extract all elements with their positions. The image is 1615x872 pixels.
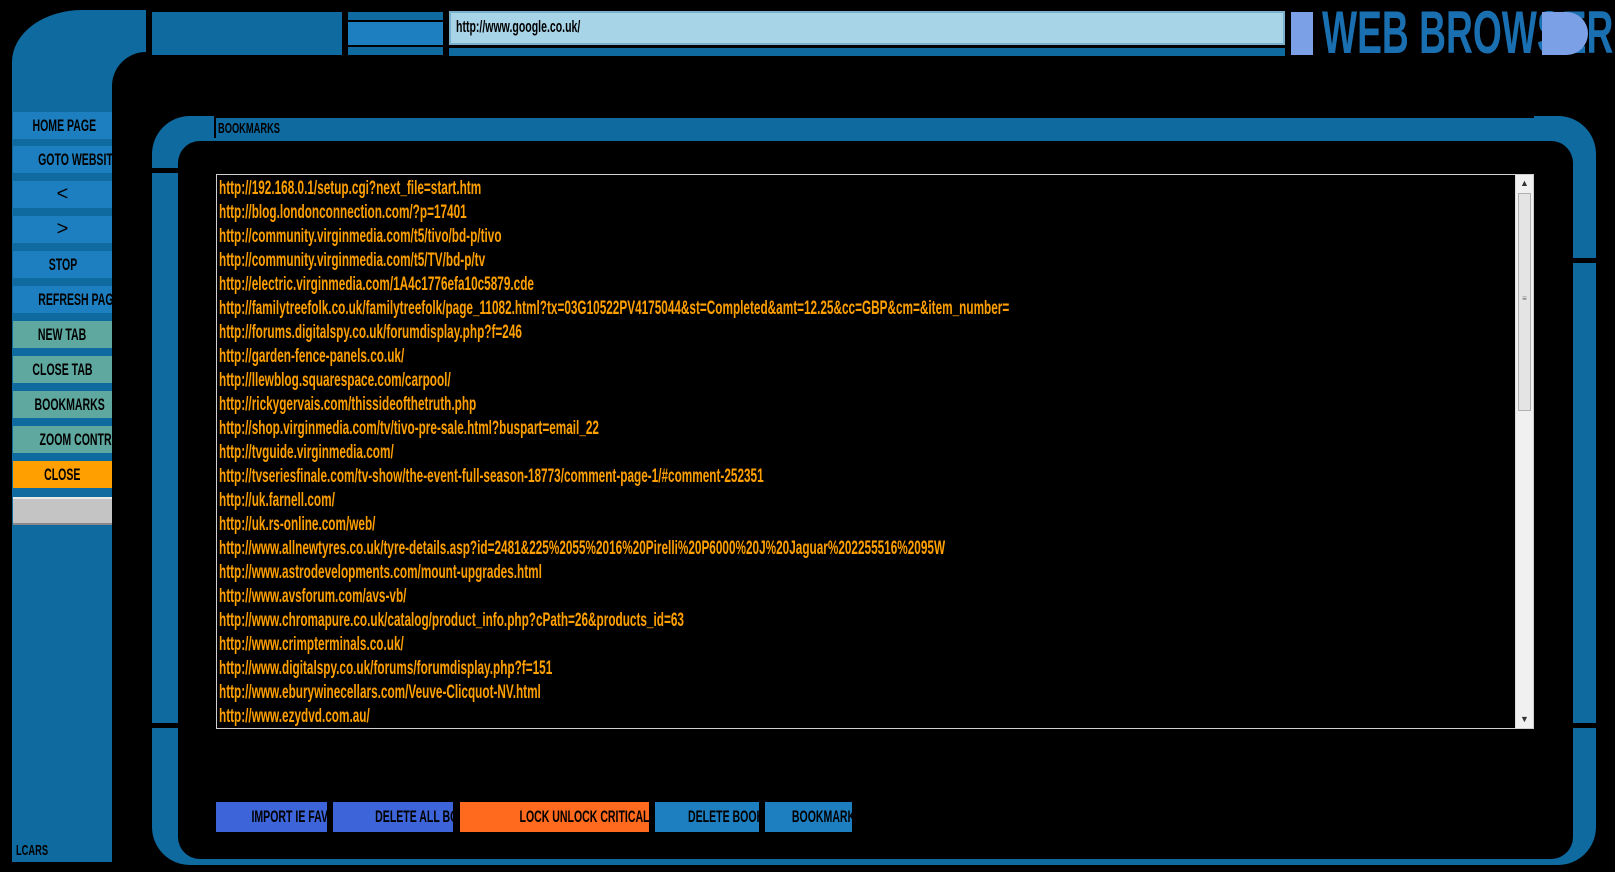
stop-button[interactable]: STOP: [13, 251, 112, 278]
bookmark-item[interactable]: http://community.virginmedia.com/t5/TV/b…: [219, 249, 1509, 273]
bookmark-item[interactable]: http://www.crimpterminals.co.uk/: [219, 633, 1509, 657]
frame-notch: [1573, 723, 1596, 728]
bookmark-item[interactable]: http://www.ezydvd.com.au/: [219, 705, 1509, 728]
title-endcap: [1542, 12, 1588, 55]
close-tab-button[interactable]: CLOSE TAB: [13, 356, 112, 383]
bookmark-item[interactable]: http://familytreefolk.co.uk/familytreefo…: [219, 297, 1509, 321]
top-bar-segment: [348, 47, 443, 55]
zoom-control-button[interactable]: ZOOM CONTROL: [13, 426, 112, 453]
scroll-down-arrow-icon[interactable]: ▼: [1516, 711, 1533, 728]
bookmark-url-text: http://shop.virginmedia.com/tv/tivo-pre-…: [219, 418, 599, 439]
address-underline-bar: [449, 48, 1285, 56]
grip-icon: ≡: [1522, 294, 1527, 303]
import-ie-favorites-button[interactable]: IMPORT IE FAVORITES: [216, 802, 327, 832]
bookmark-item[interactable]: http://www.avsforum.com/avs-vb/: [219, 585, 1509, 609]
lcars-label: LCARS: [16, 842, 49, 859]
bookmark-url-text: http://www.digitalspy.co.uk/forums/forum…: [219, 658, 553, 679]
bookmarks-header: BOOKMARKS: [216, 118, 1534, 140]
bookmark-url-text: http://blog.londonconnection.com/?p=1740…: [219, 202, 467, 223]
top-bar-segment: [348, 12, 443, 20]
goto-website-button[interactable]: GOTO WEBSITE: [13, 146, 112, 173]
bookmark-url-text: http://www.crimpterminals.co.uk/: [219, 634, 404, 655]
back-button[interactable]: <: [13, 181, 112, 208]
bookmark-items: http://192.168.0.1/setup.cgi?next_file=s…: [219, 177, 1509, 728]
lock-unlock-critical-functions-button[interactable]: LOCK UNLOCK CRITICAL FUNCTIONS: [460, 802, 649, 832]
refresh-page-button[interactable]: REFRESH PAGE: [13, 286, 112, 313]
bookmark-item[interactable]: http://community.virginmedia.com/t5/tivo…: [219, 225, 1509, 249]
bookmark-item[interactable]: http://llewblog.squarespace.com/carpool/: [219, 369, 1509, 393]
bookmark-url-text: http://garden-fence-panels.co.uk/: [219, 346, 405, 367]
bookmark-item[interactable]: http://uk.rs-online.com/web/: [219, 513, 1509, 537]
bookmark-url-text: http://familytreefolk.co.uk/familytreefo…: [219, 298, 1010, 319]
forward-button[interactable]: >: [13, 216, 112, 243]
close-button[interactable]: CLOSE: [13, 461, 112, 488]
nav-blank-slot: [13, 497, 112, 525]
bookmark-url-text: http://192.168.0.1/setup.cgi?next_file=s…: [219, 178, 482, 199]
scroll-up-arrow-icon[interactable]: ▲: [1516, 175, 1533, 192]
bookmark-item[interactable]: http://192.168.0.1/setup.cgi?next_file=s…: [219, 177, 1509, 201]
bookmark-url-text: http://www.eburywinecellars.com/Veuve-Cl…: [219, 682, 541, 703]
address-bar-input[interactable]: http://www.google.co.uk/: [449, 11, 1285, 45]
frame-notch: [1573, 258, 1596, 263]
bookmark-item[interactable]: http://www.eburywinecellars.com/Veuve-Cl…: [219, 681, 1509, 705]
bookmark-url-text: http://community.virginmedia.com/t5/tivo…: [219, 226, 502, 247]
bookmark-url-text: http://forums.digitalspy.co.uk/forumdisp…: [219, 322, 522, 343]
bookmark-item[interactable]: http://shop.virginmedia.com/tv/tivo-pre-…: [219, 417, 1509, 441]
bookmark-item[interactable]: http://garden-fence-panels.co.uk/: [219, 345, 1509, 369]
bookmark-url-text: http://llewblog.squarespace.com/carpool/: [219, 370, 451, 391]
bookmark-url-text: http://tvguide.virginmedia.com/: [219, 442, 394, 463]
bookmark-item[interactable]: http://www.astrodevelopments.com/mount-u…: [219, 561, 1509, 585]
bookmark-url-text: http://uk.rs-online.com/web/: [219, 514, 376, 535]
bookmark-item[interactable]: http://tvguide.virginmedia.com/: [219, 441, 1509, 465]
bookmark-item[interactable]: http://tvseriesfinale.com/tv-show/the-ev…: [219, 465, 1509, 489]
bookmark-item[interactable]: http://forums.digitalspy.co.uk/forumdisp…: [219, 321, 1509, 345]
scroll-thumb[interactable]: ≡: [1518, 193, 1531, 411]
frame-notch: [152, 168, 178, 173]
bookmark-item[interactable]: http://blog.londonconnection.com/?p=1740…: [219, 201, 1509, 225]
bookmark-url-text: http://www.astrodevelopments.com/mount-u…: [219, 562, 542, 583]
bookmark-url-text: http://electric.virginmedia.com/1A4c1776…: [219, 274, 534, 295]
bookmark-url-text: http://www.avsforum.com/avs-vb/: [219, 586, 407, 607]
frame-notch: [152, 723, 178, 728]
new-tab-button[interactable]: NEW TAB: [13, 321, 112, 348]
home-page-button[interactable]: HOME PAGE: [13, 112, 112, 139]
bookmark-item[interactable]: http://www.allnewtyres.co.uk/tyre-detail…: [219, 537, 1509, 561]
bookmark-url-text: http://uk.farnell.com/: [219, 490, 335, 511]
bookmark-url-text: http://tvseriesfinale.com/tv-show/the-ev…: [219, 466, 764, 487]
bookmark-item[interactable]: http://rickygervais.com/thissideofthetru…: [219, 393, 1509, 417]
top-bar-segment: [152, 12, 342, 55]
bookmark-url-text: http://community.virginmedia.com/t5/TV/b…: [219, 250, 486, 271]
delete-bookmark-button[interactable]: DELETE BOOKMARK: [655, 802, 759, 832]
bookmark-item[interactable]: http://www.chromapure.co.uk/catalog/prod…: [219, 609, 1509, 633]
bookmark-url-text: http://www.chromapure.co.uk/catalog/prod…: [219, 610, 684, 631]
bookmark-item[interactable]: http://www.digitalspy.co.uk/forums/forum…: [219, 657, 1509, 681]
bookmarks-button[interactable]: BOOKMARKS: [13, 391, 112, 418]
bookmark-url-text: http://www.ezydvd.com.au/: [219, 706, 370, 727]
bookmark-url-button[interactable]: BOOKMARK URL: [765, 802, 852, 832]
bookmark-item[interactable]: http://electric.virginmedia.com/1A4c1776…: [219, 273, 1509, 297]
delete-all-bookmarks-button[interactable]: DELETE ALL BOOKMARKS: [333, 802, 453, 832]
bookmark-url-text: http://rickygervais.com/thissideofthetru…: [219, 394, 477, 415]
top-bar-segment: [348, 22, 443, 45]
bookmark-item[interactable]: http://uk.farnell.com/: [219, 489, 1509, 513]
bookmark-list[interactable]: http://192.168.0.1/setup.cgi?next_file=s…: [216, 174, 1534, 729]
bookmark-url-text: http://www.allnewtyres.co.uk/tyre-detail…: [219, 538, 946, 559]
title-left-block: [1291, 12, 1313, 55]
scrollbar[interactable]: ▲ ≡ ▼: [1515, 175, 1533, 728]
